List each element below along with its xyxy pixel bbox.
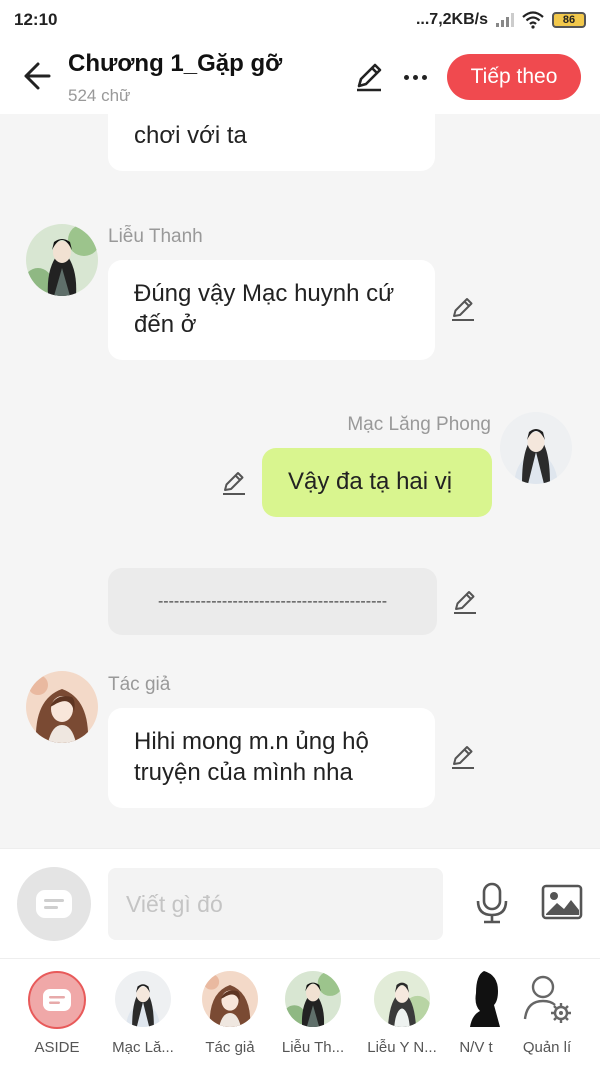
aside-avatar [28, 971, 86, 1029]
avatar [202, 971, 258, 1027]
avatar [115, 971, 171, 1027]
sender-name: Mạc Lăng Phong [347, 414, 491, 435]
message-bubble-own[interactable]: Vậy đa tạ hai vị [262, 448, 492, 517]
manage-icon [519, 971, 575, 1027]
chapter-header: Chương 1_Gặp gỡ 524 chữ Tiếp theo [0, 40, 600, 114]
avatar [374, 971, 430, 1027]
avatar-tac-gia[interactable] [26, 671, 98, 743]
character-bar: ASIDE Mạc Lă... Tác giả Liễu Th... Liễu … [0, 958, 600, 1067]
signal-icon [496, 13, 514, 27]
message-text: Hihi mong m.n ủng hộ truyện của mình nha [134, 728, 369, 786]
network-speed: ...7,2KB/s [415, 11, 488, 28]
avatar [285, 971, 341, 1027]
character-label: Quản lí [522, 1039, 572, 1056]
character-nv[interactable]: N/V t [448, 971, 504, 1063]
status-bar: 12:10 ...7,2KB/s 86 [0, 0, 600, 40]
character-aside[interactable]: ASIDE [17, 971, 97, 1063]
separator-bubble[interactable]: ----------------------------------------… [108, 568, 437, 635]
microphone-icon[interactable] [470, 881, 514, 925]
message-text: chơi với ta [134, 122, 247, 149]
character-label: Liễu Y N... [367, 1039, 437, 1056]
sender-name: Liễu Thanh [108, 226, 203, 247]
character-lieu-thanh[interactable]: Liễu Th... [273, 971, 353, 1063]
edit-pencil-icon[interactable] [219, 468, 249, 498]
composer-bar [0, 848, 600, 958]
edit-pencil-icon[interactable] [448, 742, 478, 772]
message-bubble[interactable]: chơi với ta [108, 114, 435, 171]
message-icon [43, 989, 71, 1011]
character-label: Mạc Lă... [112, 1039, 174, 1056]
edit-pencil-icon[interactable] [450, 587, 480, 617]
avatar-lieu-thanh[interactable] [26, 224, 98, 296]
character-label: ASIDE [34, 1039, 80, 1056]
avatar-mac-lang-phong[interactable] [500, 412, 572, 484]
message-bubble[interactable]: Đúng vậy Mạc huynh cứ đến ở [108, 260, 435, 360]
image-icon[interactable] [540, 881, 584, 925]
message-bubble[interactable]: Hihi mong m.n ủng hộ truyện của mình nha [108, 708, 435, 808]
character-lieu-y[interactable]: Liễu Y N... [362, 971, 442, 1063]
word-count: 524 chữ [68, 86, 131, 105]
separator-text: ----------------------------------------… [157, 593, 388, 610]
back-arrow-icon[interactable] [18, 58, 54, 94]
message-text: Đúng vậy Mạc huynh cứ đến ở [134, 280, 395, 338]
message-text: Vậy đa tạ hai vị [288, 468, 453, 495]
sender-name: Tác giả [108, 674, 171, 695]
message-input[interactable] [108, 868, 443, 940]
message-icon [36, 890, 72, 918]
chat-area[interactable]: chơi với ta Liễu Thanh Đúng vậy Mạc huyn… [0, 114, 600, 848]
character-label: Liễu Th... [281, 1039, 345, 1056]
status-right: ...7,2KB/s 86 [416, 11, 586, 29]
character-label: Tác giả [205, 1039, 255, 1056]
character-mac-lang-phong[interactable]: Mạc Lă... [103, 971, 183, 1063]
character-label: N/V t [459, 1039, 493, 1056]
edit-pencil-icon[interactable] [352, 60, 386, 94]
more-options-icon[interactable] [398, 60, 432, 94]
wifi-icon [522, 11, 544, 29]
chapter-title: Chương 1_Gặp gỡ [68, 50, 283, 77]
avatar [454, 971, 502, 1027]
aside-toggle-button[interactable] [17, 867, 91, 941]
manage-characters[interactable]: Quản lí [507, 971, 587, 1063]
status-time: 12:10 [14, 10, 58, 29]
next-button[interactable]: Tiếp theo [447, 54, 581, 100]
character-tac-gia[interactable]: Tác giả [190, 971, 270, 1063]
battery-icon: 86 [552, 12, 586, 28]
edit-pencil-icon[interactable] [448, 294, 478, 324]
